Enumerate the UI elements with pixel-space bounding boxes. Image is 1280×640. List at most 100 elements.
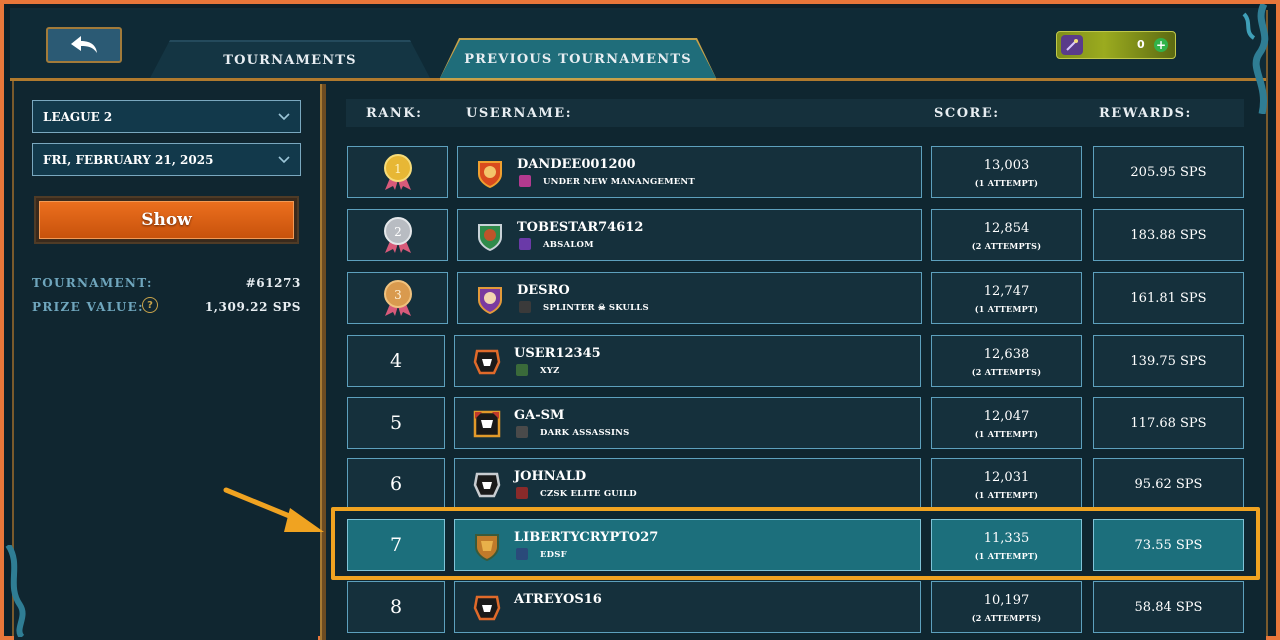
user-cell: ATREYOS16: [454, 581, 921, 633]
tab-tournaments-label: TOURNAMENTS: [223, 52, 357, 68]
user-cell: USER12345 XYZ: [454, 335, 921, 387]
guild-icon: [519, 175, 531, 187]
league-select-value: LEAGUE 2: [43, 109, 113, 124]
rank-cell: 4: [347, 335, 445, 387]
guild-icon: [519, 301, 531, 313]
username[interactable]: DESRO: [517, 283, 570, 298]
svg-text:2: 2: [394, 225, 402, 239]
attempts-count: (2 ATTEMPTS): [971, 367, 1042, 377]
username[interactable]: JOHNALD: [514, 469, 586, 484]
username[interactable]: DANDEE001200: [517, 157, 636, 172]
score-value: 10,197: [983, 593, 1030, 608]
guild-name: SPLINTER ☠ SKULLS: [543, 303, 649, 313]
svg-text:3: 3: [394, 288, 402, 302]
reward-value: 139.75 SPS: [1130, 353, 1207, 369]
reward-cell: 58.84 SPS: [1093, 581, 1244, 633]
user-cell: DANDEE001200 UNDER NEW MANANGEMENT: [457, 146, 922, 198]
table-row[interactable]: 1 DANDEE001200 UNDER NEW MANANGEMENT 13,…: [0, 146, 1280, 202]
table-row[interactable]: 6 JOHNALD CZSK ELITE GUILD 12,031 (1 ATT…: [0, 458, 1280, 514]
back-arrow-icon: [71, 36, 97, 53]
guild-icon: [516, 364, 528, 376]
score-cell: 12,638 (2 ATTEMPTS): [931, 335, 1082, 387]
score-value: 12,638: [983, 347, 1030, 362]
score-value: 12,854: [983, 221, 1030, 236]
table-row[interactable]: 5 GA-SM DARK ASSASSINS 12,047 (1 ATTEMPT…: [0, 397, 1280, 453]
rank-column-header: RANK:: [366, 106, 423, 121]
attempts-count: (1 ATTEMPT): [974, 178, 1039, 188]
score-cell: 12,747 (1 ATTEMPT): [931, 272, 1082, 324]
score-cell: 12,854 (2 ATTEMPTS): [931, 209, 1082, 261]
attempts-count: (1 ATTEMPT): [974, 429, 1039, 439]
score-value: 13,003: [983, 158, 1030, 173]
bronze-medal-icon: 3: [384, 280, 412, 316]
highlight-box: [331, 507, 1260, 580]
score-cell: 12,047 (1 ATTEMPT): [931, 397, 1082, 449]
default-guild-crest-icon: [473, 349, 501, 375]
reward-cell: 183.88 SPS: [1093, 209, 1244, 261]
add-funds-icon[interactable]: +: [1154, 38, 1168, 52]
svg-text:1: 1: [394, 162, 402, 176]
tab-previous-tournaments[interactable]: PREVIOUS TOURNAMENTS: [440, 40, 716, 78]
rank-cell: 8: [347, 581, 445, 633]
rank-cell: 6: [347, 458, 445, 510]
attempts-count: (1 ATTEMPT): [974, 490, 1039, 500]
back-button[interactable]: [46, 27, 122, 63]
username[interactable]: TOBESTAR74612: [517, 220, 643, 235]
score-value: 12,031: [983, 470, 1030, 485]
rewards-column-header: REWARDS:: [1099, 106, 1192, 121]
table-row[interactable]: 8 ATREYOS16 10,197 (2 ATTEMPTS) 58.84 SP…: [0, 581, 1280, 637]
league-select[interactable]: LEAGUE 2: [32, 100, 301, 133]
silver-medal-icon: 2: [384, 217, 412, 253]
reward-cell: 161.81 SPS: [1093, 272, 1244, 324]
reward-cell: 95.62 SPS: [1093, 458, 1244, 510]
guild-name: XYZ: [540, 366, 560, 376]
guild-name: UNDER NEW MANANGEMENT: [543, 177, 695, 187]
attempts-count: (1 ATTEMPT): [974, 304, 1039, 314]
reward-cell: 205.95 SPS: [1093, 146, 1244, 198]
user-cell: DESRO SPLINTER ☠ SKULLS: [457, 272, 922, 324]
reward-value: 183.88 SPS: [1130, 227, 1207, 243]
decorative-vine-icon: [1242, 4, 1269, 114]
table-row[interactable]: 3 DESRO SPLINTER ☠ SKULLS 12,747 (1 ATTE…: [0, 272, 1280, 328]
username[interactable]: USER12345: [514, 346, 601, 361]
username[interactable]: GA-SM: [514, 408, 564, 423]
guild-icon: [519, 238, 531, 250]
score-cell: 13,003 (1 ATTEMPT): [931, 146, 1082, 198]
reward-cell: 139.75 SPS: [1093, 335, 1244, 387]
user-cell: JOHNALD CZSK ELITE GUILD: [454, 458, 921, 510]
guild-icon: [516, 426, 528, 438]
guild-name: DARK ASSASSINS: [540, 428, 630, 438]
guild-name: ABSALOM: [543, 240, 594, 250]
table-row[interactable]: 2 TOBESTAR74612 ABSALOM 12,854 (2 ATTEMP…: [0, 209, 1280, 265]
reward-cell: 117.68 SPS: [1093, 397, 1244, 449]
tab-previous-tournaments-label: PREVIOUS TOURNAMENTS: [464, 51, 692, 67]
chevron-down-icon: [278, 113, 290, 121]
attempts-count: (2 ATTEMPTS): [971, 613, 1042, 623]
reward-value: 205.95 SPS: [1130, 164, 1207, 180]
tab-tournaments[interactable]: TOURNAMENTS: [150, 40, 430, 78]
rank-cell: 3: [347, 272, 448, 324]
score-cell: 10,197 (2 ATTEMPTS): [931, 581, 1082, 633]
username[interactable]: ATREYOS16: [514, 592, 602, 607]
reward-value: 117.68 SPS: [1130, 415, 1207, 431]
decorative-vine-icon: [5, 545, 26, 637]
rank-cell: 5: [347, 397, 445, 449]
score-value: 12,047: [983, 409, 1030, 424]
rank-cell: 1: [347, 146, 448, 198]
reward-value: 95.62 SPS: [1134, 476, 1203, 492]
guild-crest-icon: [478, 161, 502, 188]
attempts-count: (2 ATTEMPTS): [971, 241, 1042, 251]
guild-crest-icon: [478, 287, 502, 314]
table-row[interactable]: 4 USER12345 XYZ 12,638 (2 ATTEMPTS) 139.…: [0, 335, 1280, 391]
score-column-header: SCORE:: [934, 106, 1000, 121]
default-guild-crest-icon: [473, 595, 501, 621]
pointer-arrow-icon: [223, 487, 324, 532]
default-guild-crest-icon: [473, 472, 501, 498]
wallet-balance: 0 +: [1056, 31, 1176, 59]
user-cell: TOBESTAR74612 ABSALOM: [457, 209, 922, 261]
guild-crest-icon: [473, 410, 501, 438]
score-cell: 12,031 (1 ATTEMPT): [931, 458, 1082, 510]
guild-crest-icon: [478, 224, 502, 251]
guild-icon: [516, 487, 528, 499]
wand-icon: [1061, 35, 1083, 55]
